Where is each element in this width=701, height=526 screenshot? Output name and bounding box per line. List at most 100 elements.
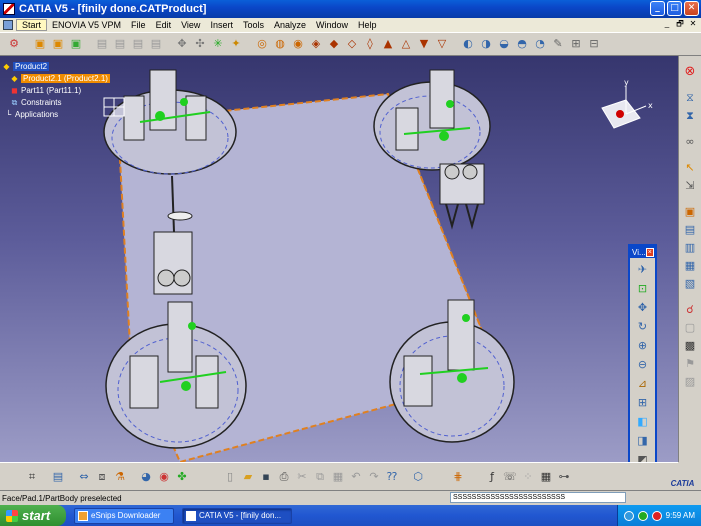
- offset-constraint-icon[interactable]: ◉: [290, 36, 306, 52]
- menu-window[interactable]: Window: [311, 20, 353, 30]
- product-structure-icon[interactable]: ▣: [682, 204, 698, 220]
- table-icon[interactable]: ▦: [538, 469, 554, 485]
- part-number-icon[interactable]: ▥: [682, 240, 698, 256]
- document-icon[interactable]: [3, 20, 13, 30]
- grid-icon[interactable]: ⋕: [450, 469, 466, 485]
- zoom-out-icon[interactable]: ⊖: [635, 357, 651, 373]
- network-icon[interactable]: [623, 510, 634, 521]
- coincidence-constraint-icon[interactable]: ◎: [254, 36, 270, 52]
- sketch-icon[interactable]: ✎: [550, 36, 566, 52]
- print-icon[interactable]: ⎙: [276, 469, 292, 485]
- menu-tools[interactable]: Tools: [238, 20, 269, 30]
- undo-icon[interactable]: ↶: [348, 469, 364, 485]
- stop-manipulate-icon[interactable]: ✦: [228, 36, 244, 52]
- replace-component-icon[interactable]: ▤: [112, 36, 128, 52]
- fixture-top-right[interactable]: [373, 69, 491, 171]
- render-icon[interactable]: ✤: [174, 469, 190, 485]
- clash-icon[interactable]: ⧈: [94, 469, 110, 485]
- snap-icon[interactable]: ✣: [192, 36, 208, 52]
- cut-icon[interactable]: ✂: [294, 469, 310, 485]
- compass-icon[interactable]: y x: [596, 78, 656, 134]
- fit-all-in-icon[interactable]: ⊡: [635, 281, 651, 297]
- manipulate-icon[interactable]: ✥: [174, 36, 190, 52]
- generate-numbering-icon[interactable]: ▤: [148, 36, 164, 52]
- doc-close-button[interactable]: ✕: [687, 19, 699, 30]
- menu-edit[interactable]: Edit: [151, 20, 177, 30]
- split-icon[interactable]: ◐: [460, 36, 476, 52]
- isometric-view-icon[interactable]: ◧: [635, 414, 651, 430]
- bottle-icon[interactable]: ⚗: [112, 469, 128, 485]
- new-file-icon[interactable]: ▯: [222, 469, 238, 485]
- maximize-button[interactable]: □: [667, 1, 682, 16]
- copy-icon[interactable]: ⧉: [312, 469, 328, 485]
- swap-icon[interactable]: ⧗: [682, 108, 698, 124]
- whats-this-icon[interactable]: ⁇: [384, 469, 400, 485]
- tree-item-product2[interactable]: ◆ Product2: [2, 60, 110, 72]
- assembly-design-icon[interactable]: ⚙: [6, 36, 22, 52]
- catalog-icon[interactable]: ▤: [50, 469, 66, 485]
- normal-view-icon[interactable]: ⊿: [635, 376, 651, 392]
- redo-icon[interactable]: ↷: [366, 469, 382, 485]
- angle-constraint-icon[interactable]: ◈: [308, 36, 324, 52]
- catalog-browser-icon[interactable]: ⊟: [586, 36, 602, 52]
- start-button[interactable]: start: [0, 505, 66, 526]
- new-component-icon[interactable]: ▣: [32, 36, 48, 52]
- close-workbench-icon[interactable]: ⊗: [682, 64, 698, 80]
- reuse-pattern-icon[interactable]: ▼: [416, 36, 432, 52]
- menu-file[interactable]: File: [126, 20, 151, 30]
- new-product-icon[interactable]: ▣: [50, 36, 66, 52]
- menu-help[interactable]: Help: [353, 20, 382, 30]
- flip-icon[interactable]: ⧖: [682, 90, 698, 106]
- scene-icon[interactable]: ▧: [682, 276, 698, 292]
- material-icon[interactable]: ◕: [138, 469, 154, 485]
- comment-icon[interactable]: ☏: [502, 469, 518, 485]
- new-part-icon[interactable]: ▣: [68, 36, 84, 52]
- tree-item-constraints[interactable]: ⧉ Constraints: [2, 96, 110, 108]
- multi-view-icon[interactable]: ⊞: [635, 395, 651, 411]
- component-icon[interactable]: ▤: [682, 222, 698, 238]
- contact-constraint-icon[interactable]: ◍: [272, 36, 288, 52]
- fly-mode-icon[interactable]: ✈: [635, 262, 651, 278]
- shading-icon[interactable]: ◨: [635, 433, 651, 449]
- remove-icon[interactable]: ◓: [514, 36, 530, 52]
- minimize-button[interactable]: _: [650, 1, 665, 16]
- spring-icon[interactable]: ∞: [682, 134, 698, 150]
- add-icon[interactable]: ◔: [532, 36, 548, 52]
- tree-item-applications[interactable]: └ Applications: [2, 108, 110, 120]
- fixture-top-left[interactable]: [103, 69, 237, 175]
- menu-view[interactable]: View: [176, 20, 205, 30]
- 3d-annotation-icon[interactable]: ▨: [682, 374, 698, 390]
- view-toolbar-title-bar[interactable]: Vi... ×: [630, 246, 655, 258]
- save-icon[interactable]: ▪: [258, 469, 274, 485]
- pocket-icon[interactable]: ◒: [496, 36, 512, 52]
- power-input-field[interactable]: SSSSSSSSSSSSSSSSSSSSSSSS: [450, 492, 626, 503]
- antivirus-icon[interactable]: [651, 510, 662, 521]
- tree-item-product2-1[interactable]: ◆ Product2.1 (Product2.1): [2, 72, 110, 84]
- view-toolbar-close-icon[interactable]: ×: [645, 247, 654, 257]
- menu-insert[interactable]: Insert: [205, 20, 238, 30]
- camera-icon[interactable]: ⌗: [24, 469, 40, 485]
- doc-minimize-button[interactable]: _: [661, 19, 673, 30]
- measure-icon[interactable]: ⊞: [568, 36, 584, 52]
- quick-constraint-icon[interactable]: ◊: [362, 36, 378, 52]
- hierarchy-icon[interactable]: ⊶: [556, 469, 572, 485]
- menu-analyze[interactable]: Analyze: [269, 20, 311, 30]
- open-file-icon[interactable]: ▰: [240, 469, 256, 485]
- select-arrow-icon[interactable]: ↖: [682, 160, 698, 176]
- annotation-icon[interactable]: ▢: [682, 320, 698, 336]
- knowledge-icon[interactable]: ⁘: [520, 469, 536, 485]
- select-mode-icon[interactable]: ⇲: [682, 178, 698, 194]
- close-button[interactable]: ✕: [684, 1, 699, 16]
- bill-of-material-icon[interactable]: ▦: [682, 258, 698, 274]
- menu-enovia[interactable]: ENOVIA V5 VPM: [47, 20, 126, 30]
- fix-together-icon[interactable]: ◇: [344, 36, 360, 52]
- gripper-right[interactable]: [439, 163, 485, 230]
- pan-icon[interactable]: ✥: [635, 300, 651, 316]
- change-constraint-icon[interactable]: △: [398, 36, 414, 52]
- menu-start[interactable]: Start: [16, 19, 48, 31]
- symbol-icon[interactable]: ☌: [682, 302, 698, 318]
- paste-icon[interactable]: ▦: [330, 469, 346, 485]
- update-icon[interactable]: ▽: [434, 36, 450, 52]
- task-esnips-downloader[interactable]: eSnips Downloader: [74, 507, 174, 524]
- task-catia[interactable]: CATIA V5 - [finily don...: [182, 507, 292, 524]
